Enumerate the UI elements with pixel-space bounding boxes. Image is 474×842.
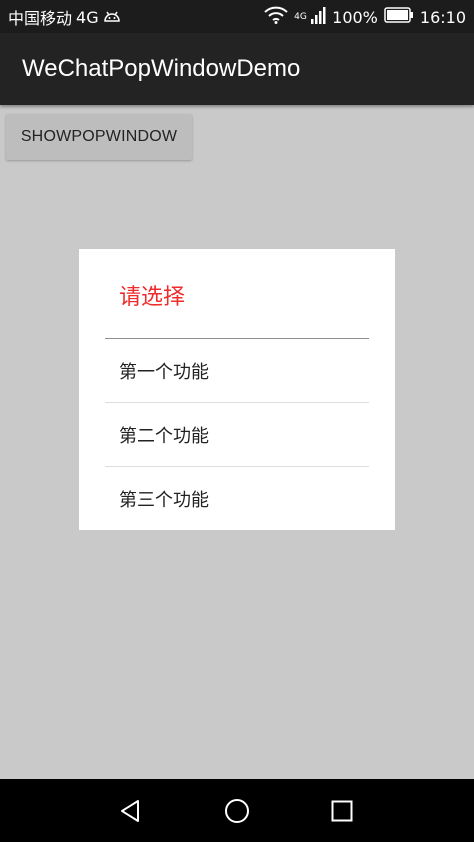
menu-item-1[interactable]: 第一个功能 [105, 339, 369, 402]
popup-window: 请选择 第一个功能 第二个功能 第三个功能 [79, 249, 395, 530]
menu-item-label: 第一个功能 [119, 361, 209, 383]
wifi-icon [264, 6, 288, 28]
menu-item-label: 第二个功能 [119, 425, 209, 447]
menu-item-2[interactable]: 第二个功能 [105, 403, 369, 466]
app-bar: WeChatPopWindowDemo [0, 33, 474, 105]
android-debug-icon [103, 8, 121, 27]
status-bar: 中国移动 4G 4G 100% 16:10 [0, 0, 474, 33]
network-type-label: 4G [76, 7, 99, 27]
status-left: 中国移动 4G [8, 7, 121, 28]
battery-percent-label: 100% [332, 7, 378, 27]
navigation-bar [0, 779, 474, 842]
menu-item-3[interactable]: 第三个功能 [105, 467, 369, 530]
menu-item-label: 第三个功能 [119, 489, 209, 511]
app-title: WeChatPopWindowDemo [22, 55, 301, 82]
back-icon[interactable] [114, 794, 148, 828]
status-right: 4G 100% 16:10 [264, 6, 466, 28]
show-popwindow-button[interactable]: SHOWPOPWINDOW [6, 114, 192, 160]
recents-icon[interactable] [325, 794, 359, 828]
clock-label: 16:10 [419, 7, 466, 27]
battery-icon [384, 7, 414, 27]
popup-title: 请选择 [119, 285, 186, 310]
carrier-label: 中国移动 [8, 9, 73, 28]
mini-network-label: 4G [294, 11, 307, 22]
home-icon[interactable] [220, 794, 254, 828]
signal-icon [310, 6, 326, 28]
